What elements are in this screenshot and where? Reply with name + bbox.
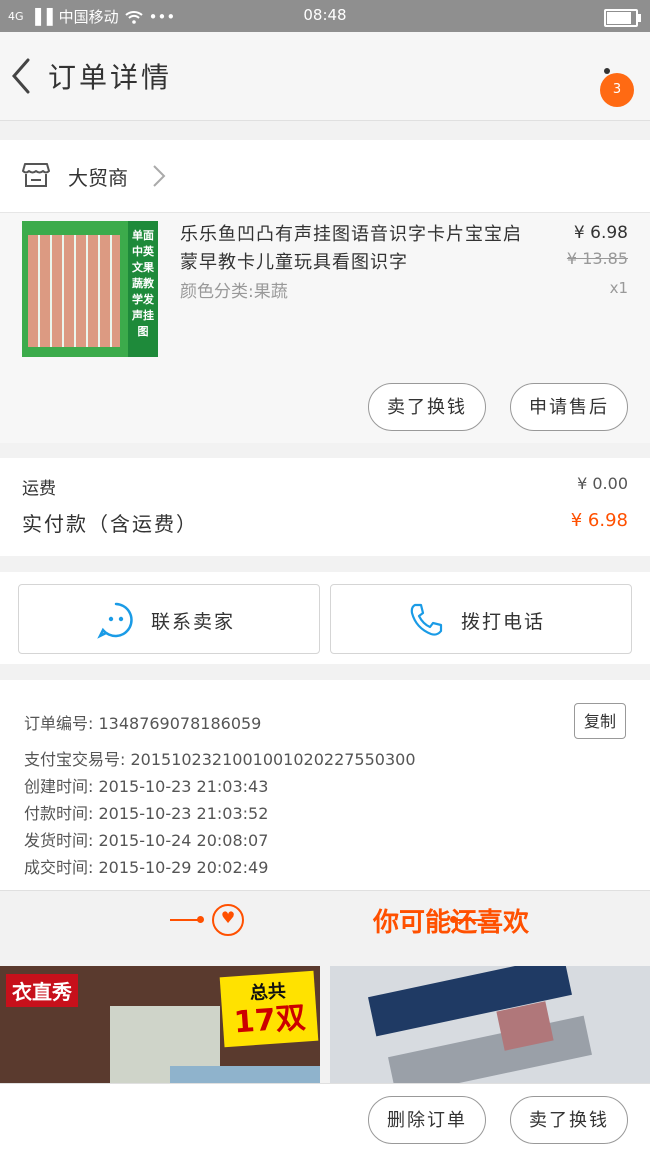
- header: 订单详情 3: [0, 32, 650, 121]
- order-info: 订单编号: 1348769078186059 复制 支付宝交易号: 201510…: [0, 680, 650, 891]
- battery-icon: [604, 9, 641, 27]
- bottom-bar: 删除订单 卖了换钱: [0, 1083, 650, 1156]
- recommend-header: 你可能还喜欢: [0, 892, 650, 954]
- paid-time: 付款时间: 2015-10-23 21:03:52: [24, 804, 269, 823]
- contact-seller-button[interactable]: 联系卖家: [18, 584, 320, 654]
- product-quantity: x1: [609, 279, 628, 297]
- divider-right: [452, 919, 482, 921]
- paid-value: ¥ 6.98: [570, 510, 628, 531]
- recommend-card[interactable]: [330, 966, 650, 1086]
- battery-level: [607, 12, 631, 24]
- product-image[interactable]: 单面 中英文果蔬教学发声挂图: [22, 221, 158, 357]
- page-title: 订单详情: [48, 61, 173, 94]
- product-title[interactable]: 乐乐鱼凹凸有声挂图语音识字卡片宝宝启蒙早教卡儿童玩具看图识字: [180, 221, 540, 277]
- call-button[interactable]: 拨打电话: [330, 584, 632, 654]
- created-time: 创建时间: 2015-10-23 21:03:43: [24, 777, 269, 796]
- copy-button[interactable]: 复制: [574, 703, 626, 739]
- recommend-title: 你可能还喜欢: [372, 908, 529, 938]
- product-card[interactable]: 单面 中英文果蔬教学发声挂图 乐乐鱼凹凸有声挂图语音识字卡片宝宝启蒙早教卡儿童玩…: [0, 213, 650, 443]
- order-number: 订单编号: 1348769078186059: [24, 714, 262, 733]
- shipping-label: 运费: [22, 479, 56, 499]
- back-arrow-icon[interactable]: [6, 54, 36, 98]
- contact-seller-label: 联系卖家: [151, 611, 236, 633]
- product-image-text: 单面 中英文果蔬教学发声挂图: [132, 229, 154, 338]
- card-tag: 总共 17双: [219, 970, 319, 1048]
- contact-section: 联系卖家 拨打电话: [0, 572, 650, 664]
- product-image-side: 单面 中英文果蔬教学发声挂图: [128, 221, 158, 357]
- product-spec: 颜色分类:果蔬: [180, 282, 288, 302]
- shipped-time: 发货时间: 2015-10-24 20:08:07: [24, 831, 269, 850]
- notification-badge[interactable]: 3: [600, 73, 634, 107]
- sell-button[interactable]: 卖了换钱: [368, 383, 486, 431]
- product-price: ¥ 6.98: [573, 223, 628, 243]
- shop-row[interactable]: 大贸商: [0, 140, 650, 213]
- chat-icon: [97, 602, 133, 639]
- product-image-grid: [28, 235, 120, 347]
- sell-bottom-button[interactable]: 卖了换钱: [510, 1096, 628, 1144]
- shop-name[interactable]: 大贸商: [68, 162, 128, 191]
- chevron-right-icon[interactable]: [150, 162, 168, 190]
- card-tag-line2: 17双: [232, 1000, 307, 1041]
- alipay-number: 支付宝交易号: 2015102321001001020227550300: [24, 750, 416, 769]
- status-bar: 4G ▐▐ 中国移动 ••• 08:48: [0, 0, 650, 32]
- phone-icon: [410, 603, 443, 636]
- product-original-price: ¥ 13.85: [566, 249, 628, 268]
- store-icon: [22, 163, 50, 187]
- after-sale-button[interactable]: 申请售后: [510, 383, 628, 431]
- call-label: 拨打电话: [461, 611, 546, 633]
- shipping-value: ¥ 0.00: [577, 474, 628, 493]
- paid-label: 实付款（含运费）: [22, 512, 198, 536]
- recommend-card[interactable]: 衣直秀 总共 17双: [0, 966, 320, 1086]
- cost-section: 运费 ¥ 0.00 实付款（含运费） ¥ 6.98: [0, 458, 650, 556]
- status-time: 08:48: [303, 6, 347, 24]
- delete-order-button[interactable]: 删除订单: [368, 1096, 486, 1144]
- completed-time: 成交时间: 2015-10-29 20:02:49: [24, 858, 269, 877]
- card-brand: 衣直秀: [6, 974, 78, 1007]
